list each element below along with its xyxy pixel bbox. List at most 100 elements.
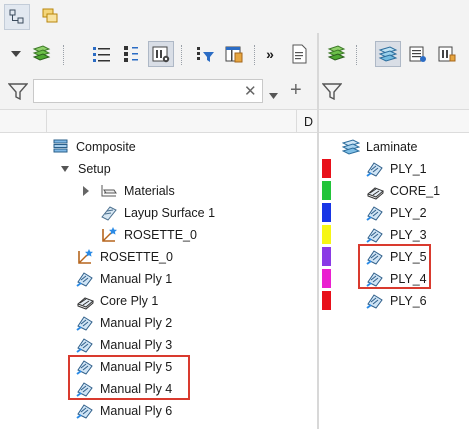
laminate-view-icon [378, 46, 398, 62]
ply-color-swatch [322, 203, 331, 222]
tree-item-core-ply-1[interactable]: Core Ply 1 [76, 290, 158, 312]
list-view-icon [93, 47, 110, 62]
layer-stack-icon [32, 45, 51, 61]
tree-item-label: Manual Ply 3 [100, 338, 173, 352]
toolbar-separator [356, 45, 358, 65]
tree-item-materials[interactable]: Materials [82, 180, 175, 202]
composite-icon [53, 139, 68, 153]
tree-item-label: Manual Ply 2 [100, 316, 173, 330]
column-header-label[interactable]: D [304, 115, 313, 129]
clear-icon[interactable]: ✕ [244, 82, 257, 100]
ply-icon [366, 228, 383, 243]
laminate-icon [342, 139, 360, 155]
tree-item-composite[interactable]: Composite [52, 136, 136, 158]
tree-item-label: Manual Ply 6 [100, 404, 173, 418]
ply-label: PLY_1 [390, 162, 427, 176]
manual-ply-icon [76, 316, 93, 331]
ply-label: PLY_2 [390, 206, 427, 220]
show-tree-button[interactable] [148, 41, 174, 67]
table-view-button[interactable] [405, 41, 431, 67]
tree-item-manual-ply-1[interactable]: Manual Ply 1 [76, 268, 172, 290]
tree-item-manual-ply-2[interactable]: Manual Ply 2 [76, 312, 172, 334]
model-tree-icon [9, 9, 24, 24]
materials-folder-icon [101, 185, 117, 197]
tab-bar [0, 0, 469, 34]
ply-item-core-1[interactable]: CORE_1 [366, 180, 440, 202]
tree-item-rosette[interactable]: ROSETTE_0 [76, 246, 173, 268]
toolbar-separator [254, 45, 256, 65]
expand-arrow-icon[interactable] [60, 164, 70, 174]
laminate-root[interactable]: Laminate [342, 136, 417, 158]
tree-item-rosette-setup[interactable]: ROSETTE_0 [100, 224, 197, 246]
dropdown-arrow-icon [269, 93, 278, 99]
panel-divider[interactable] [317, 33, 319, 429]
rosette-icon [78, 249, 93, 264]
highlight-box [68, 355, 190, 400]
tree-item-label: Setup [78, 162, 111, 176]
ply-color-swatch [322, 269, 331, 288]
ply-icon [366, 294, 383, 309]
column-divider [296, 110, 297, 133]
more-icon: » [266, 46, 274, 62]
tree-item-manual-ply-6[interactable]: Manual Ply 6 [76, 400, 172, 422]
tree-item-label: Manual Ply 1 [100, 272, 173, 286]
laminate-view-button[interactable] [375, 41, 401, 67]
right-column-header [319, 109, 469, 133]
ply-color-swatch [322, 181, 331, 200]
manual-ply-icon [76, 272, 93, 287]
document-icon [292, 44, 307, 64]
tree-item-label: Layup Surface 1 [124, 206, 216, 220]
ply-label: PLY_6 [390, 294, 427, 308]
tree-view-icon [124, 46, 138, 62]
document-button[interactable] [286, 41, 312, 67]
settings-button[interactable] [434, 41, 460, 67]
tree-item-label: ROSETTE_0 [100, 250, 173, 264]
ply-color-swatch [322, 225, 331, 244]
collapse-arrow-icon[interactable] [82, 186, 90, 196]
layer-stack-button-right[interactable] [323, 41, 349, 67]
ply-icon [366, 162, 383, 177]
layer-stack-icon [327, 45, 346, 61]
tree-columns-button[interactable] [221, 41, 247, 67]
add-icon[interactable]: + [290, 79, 302, 101]
ply-item-ply-6[interactable]: PLY_6 [366, 290, 427, 312]
list-view-button[interactable] [89, 41, 115, 67]
filter-icon-right[interactable] [321, 82, 343, 103]
show-tree-icon [152, 46, 170, 63]
ply-item-ply-3[interactable]: PLY_3 [366, 224, 427, 246]
tree-item-setup[interactable]: Setup [60, 158, 111, 180]
rosette-icon [102, 227, 117, 242]
toolbar-separator [181, 45, 183, 65]
layer-stack-button[interactable] [28, 41, 54, 67]
tree-item-label: Composite [76, 140, 136, 154]
filter-dropdown-arrow[interactable] [269, 88, 278, 102]
toolbar-dropdown[interactable] [8, 41, 24, 67]
dropdown-arrow-icon [11, 51, 21, 57]
core-ply-icon [77, 297, 94, 310]
ply-color-swatch [322, 247, 331, 266]
ply-color-swatch [322, 291, 331, 310]
left-column-header: D [0, 109, 317, 133]
tree-item-label: Core Ply 1 [100, 294, 159, 308]
ply-label: CORE_1 [390, 184, 441, 198]
ply-item-ply-2[interactable]: PLY_2 [366, 202, 427, 224]
layup-surface-icon [101, 206, 117, 221]
layer-tree-tab[interactable] [38, 4, 62, 28]
filter-icon[interactable] [7, 82, 29, 103]
search-input[interactable] [33, 79, 263, 103]
ply-item-ply-1[interactable]: PLY_1 [366, 158, 427, 180]
column-divider [46, 110, 47, 133]
model-tree-tab[interactable] [4, 4, 30, 30]
tree-item-label: Materials [124, 184, 175, 198]
ply-color-swatch [322, 159, 331, 178]
ply-icon [366, 206, 383, 221]
more-button[interactable]: » [261, 41, 279, 67]
tree-view-button[interactable] [118, 41, 144, 67]
table-view-icon [409, 46, 426, 62]
tree-item-layup-surface[interactable]: Layup Surface 1 [100, 202, 215, 224]
laminate-label: Laminate [366, 140, 418, 154]
tree-filter-button[interactable] [192, 41, 218, 67]
tree-item-manual-ply-3[interactable]: Manual Ply 3 [76, 334, 172, 356]
layer-tree-icon [42, 8, 58, 23]
tree-columns-icon [225, 46, 243, 63]
